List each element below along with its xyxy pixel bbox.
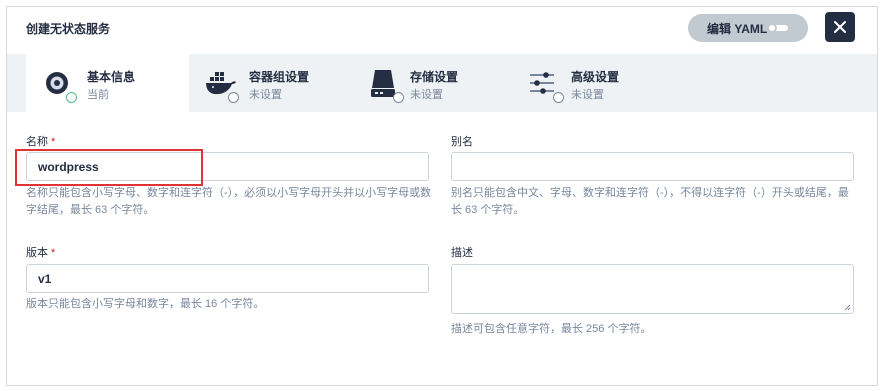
name-help-text: 名称只能包含小写字母、数字和连字符（-），必须以小写字母开头并以小写字母或数 字… bbox=[26, 187, 432, 216]
description-textarea[interactable] bbox=[451, 264, 854, 314]
description-help-text: 描述可包含任意字符，最长 256 个字符。 bbox=[451, 323, 652, 335]
step-storage-settings[interactable]: 存储设置 未设置 bbox=[349, 54, 509, 112]
alias-label: 别名 bbox=[451, 136, 473, 148]
required-mark: * bbox=[51, 136, 56, 148]
step-title: 容器组设置 bbox=[249, 70, 310, 84]
description-label: 描述 bbox=[451, 247, 473, 259]
step-container-settings[interactable]: 容器组设置 未设置 bbox=[189, 54, 349, 112]
edit-yaml-label: 编辑 YAML bbox=[707, 21, 768, 36]
step-status: 未设置 bbox=[571, 89, 604, 101]
alias-help-text: 别名只能包含中文、字母、数字和连字符（-），不得以连字符（-）开头或结尾，最 长… bbox=[451, 187, 849, 216]
dialog-title: 创建无状态服务 bbox=[26, 22, 111, 36]
create-service-dialog: 创建无状态服务 编辑 YAML 基本信息 当前 容器组设置 未设置 存储设置 未… bbox=[6, 6, 878, 386]
required-mark: * bbox=[51, 247, 56, 259]
name-label: 名称 * bbox=[26, 136, 56, 148]
status-complete-icon bbox=[66, 92, 77, 103]
step-title: 基本信息 bbox=[87, 70, 136, 84]
name-input[interactable]: wordpress bbox=[26, 152, 429, 181]
dialog-header: 创建无状态服务 编辑 YAML bbox=[7, 7, 877, 53]
step-status: 未设置 bbox=[410, 89, 443, 101]
status-pending-icon bbox=[393, 92, 404, 103]
step-title: 存储设置 bbox=[410, 70, 459, 84]
steps-bar: 基本信息 当前 容器组设置 未设置 存储设置 未设置 高级设置 未设置 bbox=[7, 54, 877, 112]
alias-input[interactable] bbox=[451, 152, 854, 181]
close-button[interactable] bbox=[825, 12, 855, 42]
close-icon bbox=[834, 21, 846, 33]
version-input[interactable]: v1 bbox=[26, 264, 429, 293]
status-pending-icon bbox=[228, 92, 239, 103]
step-status: 当前 bbox=[87, 89, 109, 101]
step-advanced-settings[interactable]: 高级设置 未设置 bbox=[509, 54, 669, 112]
step-status: 未设置 bbox=[249, 89, 282, 101]
edit-yaml-toggle-button[interactable]: 编辑 YAML bbox=[688, 14, 808, 42]
status-pending-icon bbox=[553, 92, 564, 103]
version-help-text: 版本只能包含小写字母和数字，最长 16 个字符。 bbox=[26, 298, 265, 310]
step-title: 高级设置 bbox=[571, 70, 620, 84]
toggle-switch-icon bbox=[767, 23, 789, 33]
step-basic-info[interactable]: 基本信息 当前 bbox=[26, 54, 189, 112]
version-label: 版本 * bbox=[26, 247, 56, 259]
resize-grip-icon[interactable] bbox=[844, 304, 851, 311]
